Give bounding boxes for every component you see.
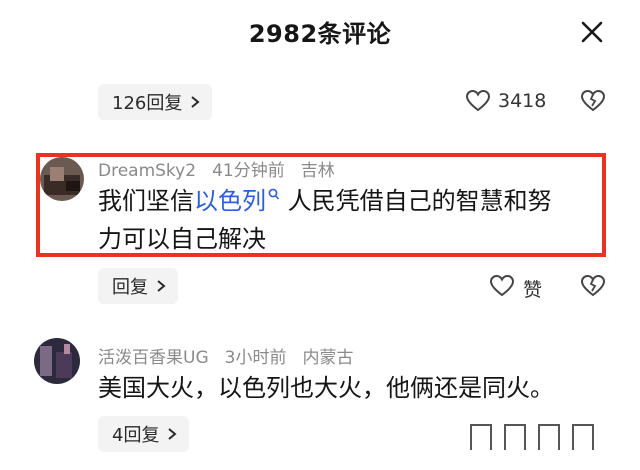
heart-icon (489, 274, 515, 297)
toolbar-icon[interactable] (504, 424, 526, 450)
toolbar-icon[interactable] (572, 424, 594, 450)
chevron-right-icon (167, 427, 178, 441)
view-replies-button[interactable]: 126回复 (98, 84, 213, 120)
chevron-right-icon (156, 279, 166, 293)
like-button[interactable] (489, 273, 515, 299)
comment-time: 3小时前 (224, 348, 287, 368)
comment-body: 美国大火，以色列也大火，他俩还是同火。 (98, 374, 554, 402)
heart-icon (465, 89, 491, 112)
like-button[interactable] (465, 88, 491, 114)
view-replies-button[interactable]: 4回复 (98, 416, 190, 452)
replies-count-label: 126回复 (112, 93, 183, 114)
reply-button[interactable]: 回复 (98, 268, 178, 304)
replies-count-label: 4回复 (112, 425, 160, 446)
broken-heart-icon (580, 274, 606, 297)
toolbar-icon[interactable] (538, 424, 560, 450)
close-button[interactable] (578, 18, 606, 46)
like-count: 3418 (498, 90, 547, 112)
toolbar-icons (470, 424, 610, 452)
comment-meta: 活泼百香果UG 3小时前 内蒙古 (98, 343, 369, 368)
dislike-button[interactable] (580, 273, 606, 299)
like-label: 赞 (523, 279, 543, 301)
close-icon (581, 21, 603, 43)
dislike-button[interactable] (580, 88, 606, 114)
username[interactable]: 活泼百香果UG (98, 348, 209, 368)
avatar[interactable] (34, 338, 80, 384)
comment-location: 内蒙古 (302, 348, 354, 368)
broken-heart-icon (580, 89, 606, 112)
highlight-box (36, 153, 606, 257)
page-title: 2982条评论 (248, 20, 392, 48)
chevron-right-icon (190, 95, 200, 109)
reply-label: 回复 (112, 277, 148, 298)
toolbar-icon[interactable] (470, 424, 492, 450)
